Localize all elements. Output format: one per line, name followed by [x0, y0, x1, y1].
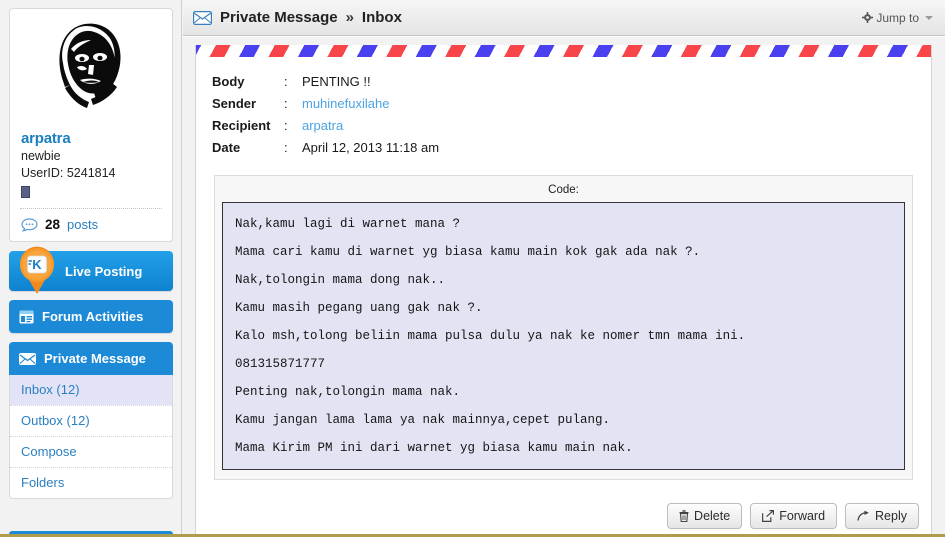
field-label-recipient: Recipient	[212, 118, 271, 133]
envelope-icon	[193, 10, 212, 25]
main-column: Private Message » Inbox Jump to Body: P…	[183, 0, 945, 537]
profile-username[interactable]: arpatra	[21, 129, 161, 148]
field-colon: :	[284, 74, 288, 89]
table-row: Body : PENTING !!	[212, 71, 439, 93]
forward-button[interactable]: Forward	[750, 503, 838, 529]
page-title: Private Message » Inbox	[193, 9, 402, 26]
table-row: Sender : muhinefuxilahe	[212, 93, 439, 115]
sidebar-item-private-message[interactable]: Private Message	[9, 342, 173, 375]
code-line: Kalo msh,tolong beliin mama pulsa dulu y…	[235, 329, 746, 343]
reply-arrow-icon	[857, 510, 869, 521]
gear-icon	[862, 12, 874, 23]
trash-icon	[679, 510, 689, 522]
sidebar-item-label: Private Message	[44, 351, 146, 366]
sidebar-item-live-posting[interactable]: K Live Posting	[9, 246, 173, 294]
submenu-item-folders[interactable]: Folders	[10, 467, 172, 498]
sidebar-item-label: Live Posting	[65, 263, 143, 279]
delete-button[interactable]: Delete	[667, 503, 743, 529]
page-root: arpatra newbie UserID: 5241814 28 posts	[0, 0, 945, 537]
code-block-wrapper: Code: Nak,kamu lagi di warnet mana ? Mam…	[214, 175, 913, 480]
envelope-icon	[19, 352, 36, 365]
forward-button-label: Forward	[779, 509, 826, 523]
submenu-item-outbox[interactable]: Outbox (12)	[10, 405, 172, 436]
table-row: Recipient : arpatra	[212, 115, 439, 137]
avatar-wrap	[10, 9, 172, 127]
field-value-date: April 12, 2013 11:18 am	[302, 140, 440, 155]
profile-rank: newbie	[21, 149, 61, 163]
code-block[interactable]: Nak,kamu lagi di warnet mana ? Mama cari…	[222, 202, 905, 470]
code-line: Nak,kamu lagi di warnet mana ?	[235, 217, 461, 231]
message-fields-table: Body : PENTING !! Sender : muhinefuxilah…	[212, 71, 439, 159]
field-colon: :	[284, 96, 288, 111]
code-line: 081315871777	[235, 357, 326, 371]
field-label-body: Body	[212, 74, 245, 89]
posts-count: 28	[45, 217, 61, 232]
profile-card: arpatra newbie UserID: 5241814 28 posts	[9, 8, 173, 242]
jump-to-label: Jump to	[876, 10, 919, 25]
page-title-main: Private Message	[220, 9, 338, 26]
message-actions: Delete Forward Reply	[667, 503, 919, 529]
field-label-date: Date	[212, 140, 241, 155]
svg-text:K: K	[32, 257, 42, 272]
delete-button-label: Delete	[694, 509, 731, 523]
code-line: Nak,tolongin mama dong nak..	[235, 273, 446, 287]
live-posting-pin-icon: K	[20, 246, 54, 294]
field-colon: :	[284, 118, 288, 133]
table-row: Date : April 12, 2013 11:18 am	[212, 137, 439, 159]
message-body: Body : PENTING !! Sender : muhinefuxilah…	[196, 57, 931, 480]
code-caption: Code:	[548, 184, 579, 196]
submenu-item-inbox[interactable]: Inbox (12)	[10, 375, 172, 405]
field-value-body: PENTING !!	[302, 74, 371, 89]
field-value-recipient[interactable]: arpatra	[302, 118, 343, 133]
page-title-section: Inbox	[361, 9, 402, 26]
posts-label[interactable]: posts	[67, 217, 98, 232]
breadcrumb-separator: »	[345, 9, 354, 26]
submenu-item-compose[interactable]: Compose	[10, 436, 172, 467]
field-label-sender: Sender	[212, 96, 257, 111]
forward-icon	[762, 510, 775, 522]
code-line: Penting nak,tolongin mama nak.	[235, 385, 461, 399]
topbar: Private Message » Inbox Jump to	[183, 0, 945, 36]
sidebar: arpatra newbie UserID: 5241814 28 posts	[0, 0, 182, 537]
posts-row: 28 posts	[10, 209, 172, 241]
airmail-stripe-decoration	[196, 45, 931, 57]
chevron-down-icon	[925, 15, 933, 20]
reply-button-label: Reply	[875, 509, 907, 523]
code-line: Mama cari kamu di warnet yg biasa kamu m…	[235, 245, 701, 259]
profile-userid: UserID: 5241814	[21, 166, 116, 180]
jump-to-menu[interactable]: Jump to	[862, 11, 933, 25]
sidebar-item-label: Forum Activities	[42, 309, 144, 324]
field-colon: :	[284, 140, 288, 155]
profile-meta: arpatra newbie UserID: 5241814	[10, 127, 172, 208]
private-message-submenu: Inbox (12) Outbox (12) Compose Folders	[9, 375, 173, 499]
avatar	[47, 21, 135, 121]
message-panel: Body : PENTING !! Sender : muhinefuxilah…	[195, 45, 932, 537]
rank-badge-icon	[21, 186, 30, 198]
comment-bubble-icon	[21, 217, 38, 232]
code-line: Kamu masih pegang uang gak nak ?.	[235, 301, 483, 315]
forum-window-icon	[19, 310, 34, 323]
code-line: Kamu jangan lama lama ya nak mainnya,cep…	[235, 413, 611, 427]
reply-button[interactable]: Reply	[845, 503, 919, 529]
sidebar-item-forum-activities[interactable]: Forum Activities	[9, 300, 173, 333]
code-line: Mama Kirim PM ini dari warnet yg biasa k…	[235, 441, 633, 455]
field-value-sender[interactable]: muhinefuxilahe	[302, 96, 389, 111]
content-area: Body : PENTING !! Sender : muhinefuxilah…	[183, 37, 945, 537]
